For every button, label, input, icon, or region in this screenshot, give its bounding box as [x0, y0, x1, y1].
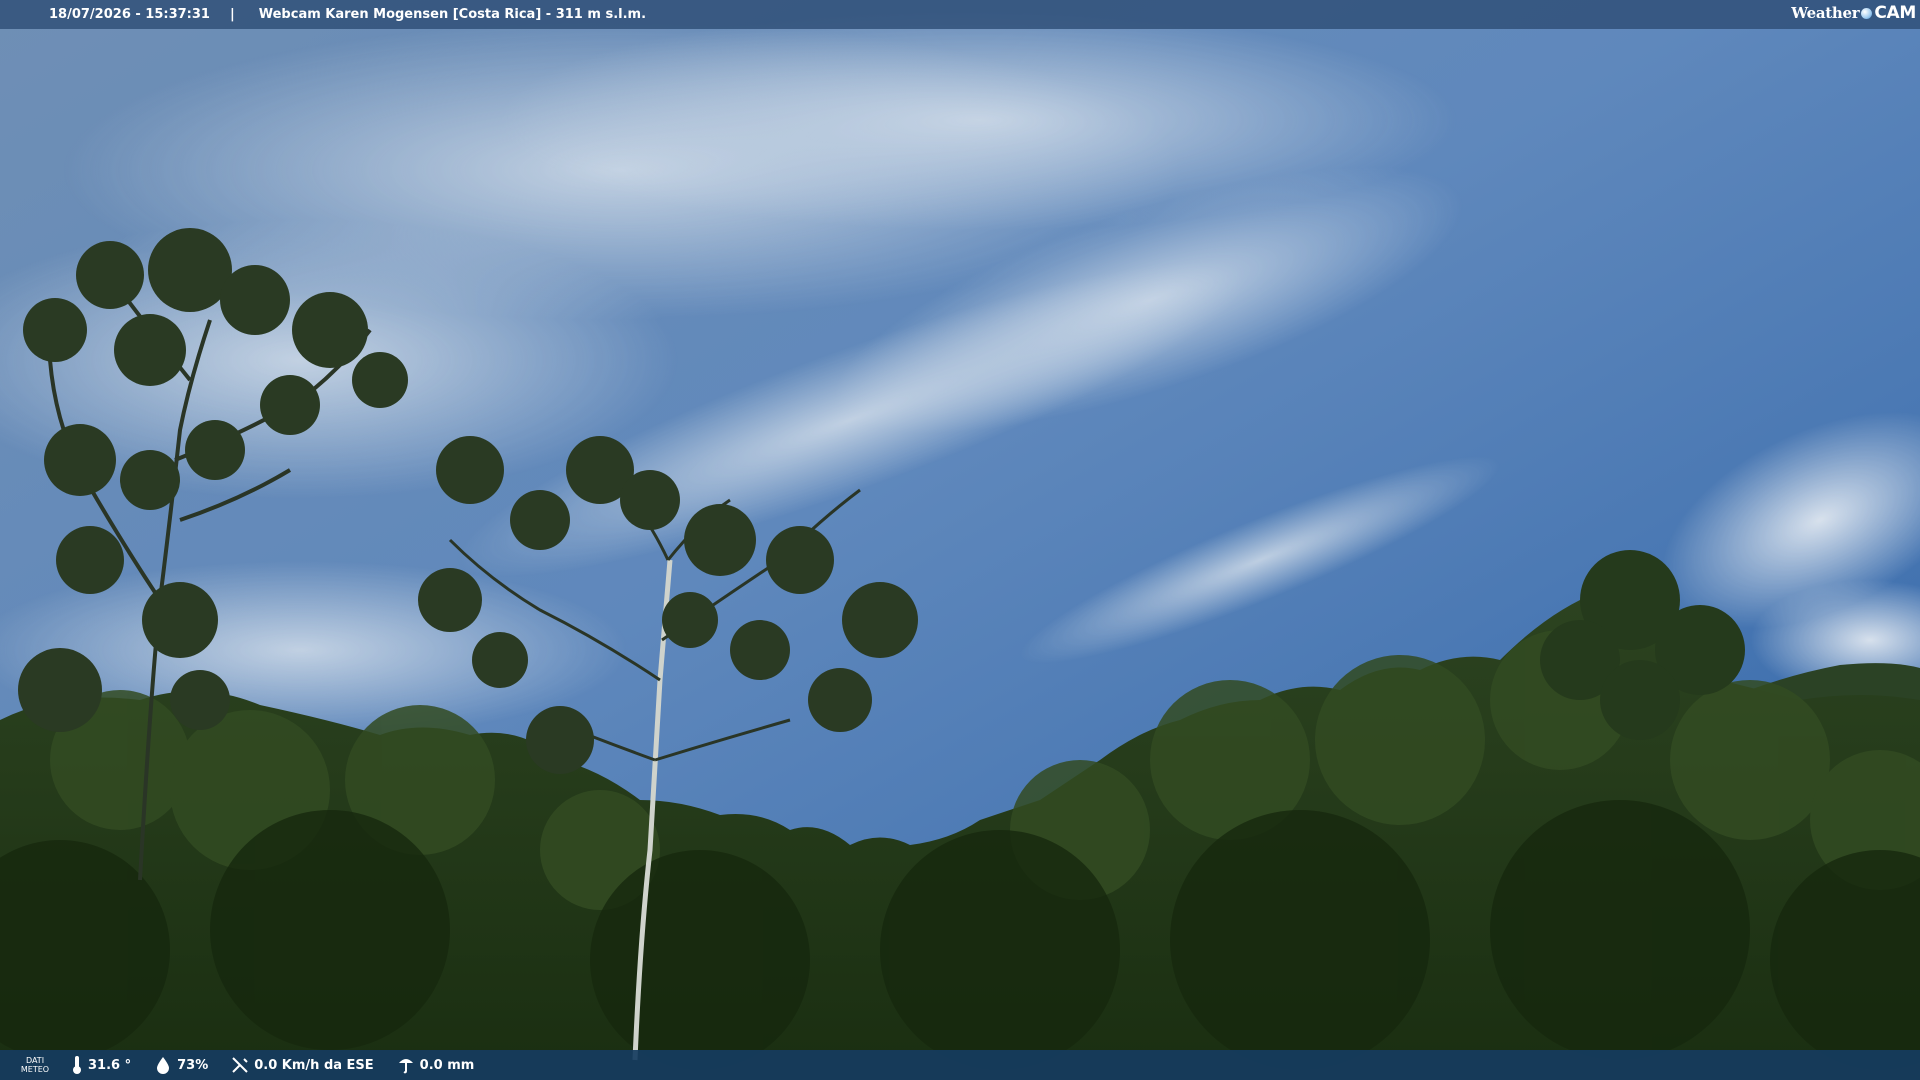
weather-data-label-line1: DATI [25, 1056, 45, 1065]
temperature-value: 31.6 ° [88, 1057, 132, 1073]
webcam-scene [0, 0, 1920, 1080]
canopy-shadows [0, 800, 1920, 1070]
humidity-reading: 73% [153, 1055, 208, 1075]
wind-icon [232, 1057, 248, 1073]
weathercam-logo: Weather CAM [1791, 3, 1916, 23]
rain-reading: 0.0 mm [396, 1055, 475, 1075]
webcam-location: Webcam Karen Mogensen [Costa Rica] - 311… [258, 7, 647, 22]
humidity-drop-icon [157, 1057, 170, 1074]
webcam-frame: 18/07/2026 - 15:37:31 | Webcam Karen Mog… [0, 0, 1920, 1080]
timestamp: 18/07/2026 - 15:37:31 [49, 7, 210, 22]
logo-text-cam: CAM [1874, 3, 1916, 23]
separator: | [229, 7, 235, 22]
thermometer-icon [73, 1056, 81, 1074]
weather-data-label-line2: METEO [20, 1065, 50, 1074]
wind-value: 0.0 Km/h da ESE [254, 1057, 374, 1073]
humidity-value: 73% [177, 1057, 209, 1073]
logo-text-weather: Weather [1791, 4, 1860, 22]
weather-data-bar: DATI METEO 31.6 ° 73% 0.0 Km/h da ESE 0.… [0, 1050, 1920, 1080]
rain-gauge-icon [398, 1059, 413, 1074]
temperature-reading: 31.6 ° [70, 1055, 131, 1075]
wind-reading: 0.0 Km/h da ESE [230, 1055, 374, 1075]
weather-data-label: DATI METEO [0, 1056, 70, 1074]
top-info-bar: 18/07/2026 - 15:37:31 | Webcam Karen Mog… [0, 0, 1920, 29]
rain-value: 0.0 mm [419, 1057, 475, 1073]
logo-globe-icon [1861, 7, 1873, 19]
